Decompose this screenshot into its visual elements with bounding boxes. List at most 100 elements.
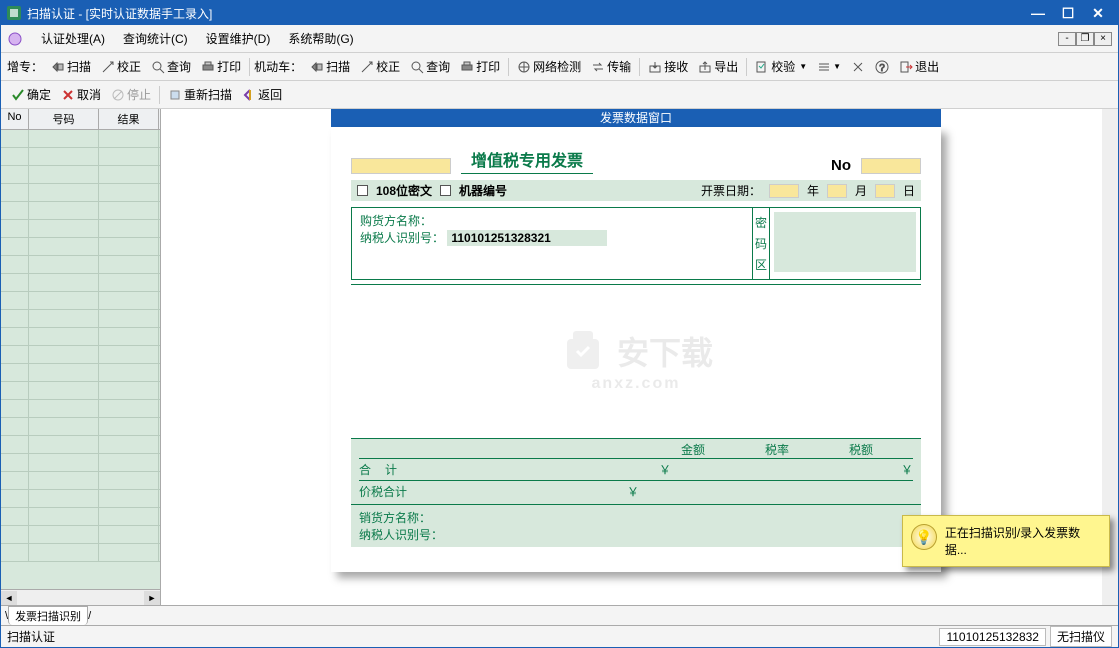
- scroll-right-icon[interactable]: ►: [144, 591, 160, 605]
- toolbar-extra-2[interactable]: [847, 58, 869, 76]
- menu-settings[interactable]: 设置维护(D): [202, 28, 275, 49]
- seller-taxid-label: 纳税人识别号：: [359, 526, 913, 543]
- taxid-label: 纳税人识别号：: [360, 231, 444, 245]
- table-row[interactable]: [1, 202, 160, 220]
- price-tax-label: 价税合计: [359, 483, 407, 500]
- yen-symbol: ￥: [479, 461, 751, 478]
- left-grid-pane: No 号码 结果: [1, 109, 161, 605]
- window-buttons: — ☐ ✕: [1024, 4, 1112, 22]
- table-row[interactable]: [1, 310, 160, 328]
- motor-scan-button[interactable]: 扫描: [306, 56, 354, 77]
- table-row[interactable]: [1, 166, 160, 184]
- menu-query[interactable]: 查询统计(C): [119, 28, 192, 49]
- motor-adjust-button[interactable]: 校正: [356, 56, 404, 77]
- yen-symbol: ￥: [447, 483, 913, 500]
- table-row[interactable]: [1, 418, 160, 436]
- h-scrollbar[interactable]: ◄ ►: [1, 589, 160, 605]
- status-taxid: 11010125132832: [939, 628, 1046, 646]
- ok-button[interactable]: 确定: [7, 84, 55, 105]
- verify-button[interactable]: 校验▼: [751, 56, 811, 77]
- table-row[interactable]: [1, 526, 160, 544]
- table-row[interactable]: [1, 472, 160, 490]
- maximize-button[interactable]: ☐: [1054, 4, 1082, 22]
- help-icon-button[interactable]: ?: [871, 58, 893, 76]
- receive-button[interactable]: 接收: [644, 56, 692, 77]
- table-row[interactable]: [1, 400, 160, 418]
- mdi-restore[interactable]: ❐: [1076, 32, 1094, 46]
- menu-app-icon: [7, 31, 23, 47]
- scan-button[interactable]: 扫描: [47, 56, 95, 77]
- group-label-motor: 机动车：: [254, 58, 302, 75]
- svg-text:?: ?: [879, 63, 885, 74]
- table-row[interactable]: [1, 130, 160, 148]
- stop-button[interactable]: 停止: [107, 84, 155, 105]
- menu-help[interactable]: 系统帮助(G): [284, 28, 357, 49]
- toolbar-extra-1[interactable]: ▼: [813, 58, 845, 76]
- year-field[interactable]: [769, 184, 799, 198]
- invoice-no-field[interactable]: [861, 158, 921, 174]
- machine-label: 机器编号: [459, 182, 507, 199]
- transfer-button[interactable]: 传输: [587, 56, 635, 77]
- watermark: 安下载 anxz.com: [559, 327, 713, 393]
- table-row[interactable]: [1, 346, 160, 364]
- export-button[interactable]: 导出: [694, 56, 742, 77]
- table-row[interactable]: [1, 328, 160, 346]
- invoice-options-row: 108位密文 机器编号 开票日期： 年 月 日: [351, 180, 921, 201]
- close-button[interactable]: ✕: [1084, 4, 1112, 22]
- invoice-summary: 金额 税率 税额 合计 ￥ ￥ 价税合计 ￥: [351, 438, 921, 504]
- table-row[interactable]: [1, 220, 160, 238]
- exit-button[interactable]: 退出: [895, 56, 943, 77]
- query-button[interactable]: 查询: [147, 56, 195, 77]
- tab-scan-recognize[interactable]: 发票扫描识别: [8, 606, 88, 625]
- col-number[interactable]: 号码: [29, 109, 99, 129]
- tabbar: \发票扫描识别/: [1, 605, 1118, 625]
- menu-auth[interactable]: 认证处理(A): [37, 28, 109, 49]
- mdi-close[interactable]: ×: [1094, 32, 1112, 46]
- day-field[interactable]: [875, 184, 895, 198]
- table-row[interactable]: [1, 292, 160, 310]
- month-field[interactable]: [827, 184, 847, 198]
- invoice-items-area: 安下载 anxz.com: [351, 284, 921, 434]
- mdi-minimize[interactable]: -: [1058, 32, 1076, 46]
- table-row[interactable]: [1, 508, 160, 526]
- netcheck-button[interactable]: 网络检测: [513, 56, 585, 77]
- table-row[interactable]: [1, 274, 160, 292]
- back-button[interactable]: 返回: [238, 84, 286, 105]
- status-scanner: 无扫描仪: [1050, 626, 1112, 647]
- machine-checkbox[interactable]: [440, 185, 451, 196]
- password-field[interactable]: [774, 212, 916, 272]
- table-row[interactable]: [1, 364, 160, 382]
- table-row[interactable]: [1, 544, 160, 562]
- table-row[interactable]: [1, 184, 160, 202]
- status-left: 扫描认证: [7, 628, 935, 645]
- buyer-name-label: 购货方名称：: [360, 212, 744, 229]
- grid-header: No 号码 结果: [1, 109, 160, 130]
- table-row[interactable]: [1, 382, 160, 400]
- taxid-field[interactable]: 110101251328321: [447, 230, 607, 246]
- scroll-left-icon[interactable]: ◄: [1, 591, 17, 605]
- table-row[interactable]: [1, 436, 160, 454]
- table-row[interactable]: [1, 256, 160, 274]
- toast-notification: 💡 正在扫描识别/录入发票数据...: [902, 515, 1110, 567]
- titlebar: 扫描认证 - [实时认证数据手工录入] — ☐ ✕: [1, 1, 1118, 25]
- rescan-button[interactable]: 重新扫描: [164, 84, 236, 105]
- separator: [639, 58, 640, 76]
- motor-query-button[interactable]: 查询: [406, 56, 454, 77]
- col-no[interactable]: No: [1, 109, 29, 129]
- invoice-code-field[interactable]: [351, 158, 451, 174]
- grid-body[interactable]: [1, 130, 160, 589]
- cancel-button[interactable]: 取消: [57, 84, 105, 105]
- buyer-info: 购货方名称： 纳税人识别号： 110101251328321: [352, 208, 752, 279]
- table-row[interactable]: [1, 454, 160, 472]
- minimize-button[interactable]: —: [1024, 4, 1052, 22]
- table-row[interactable]: [1, 238, 160, 256]
- toast-message: 正在扫描识别/录入发票数据...: [945, 524, 1101, 558]
- table-row[interactable]: [1, 148, 160, 166]
- cipher-checkbox[interactable]: [357, 185, 368, 196]
- table-row[interactable]: [1, 490, 160, 508]
- print-button[interactable]: 打印: [197, 56, 245, 77]
- col-result[interactable]: 结果: [99, 109, 159, 129]
- adjust-button[interactable]: 校正: [97, 56, 145, 77]
- motor-print-button[interactable]: 打印: [456, 56, 504, 77]
- issue-date-label: 开票日期：: [701, 182, 761, 199]
